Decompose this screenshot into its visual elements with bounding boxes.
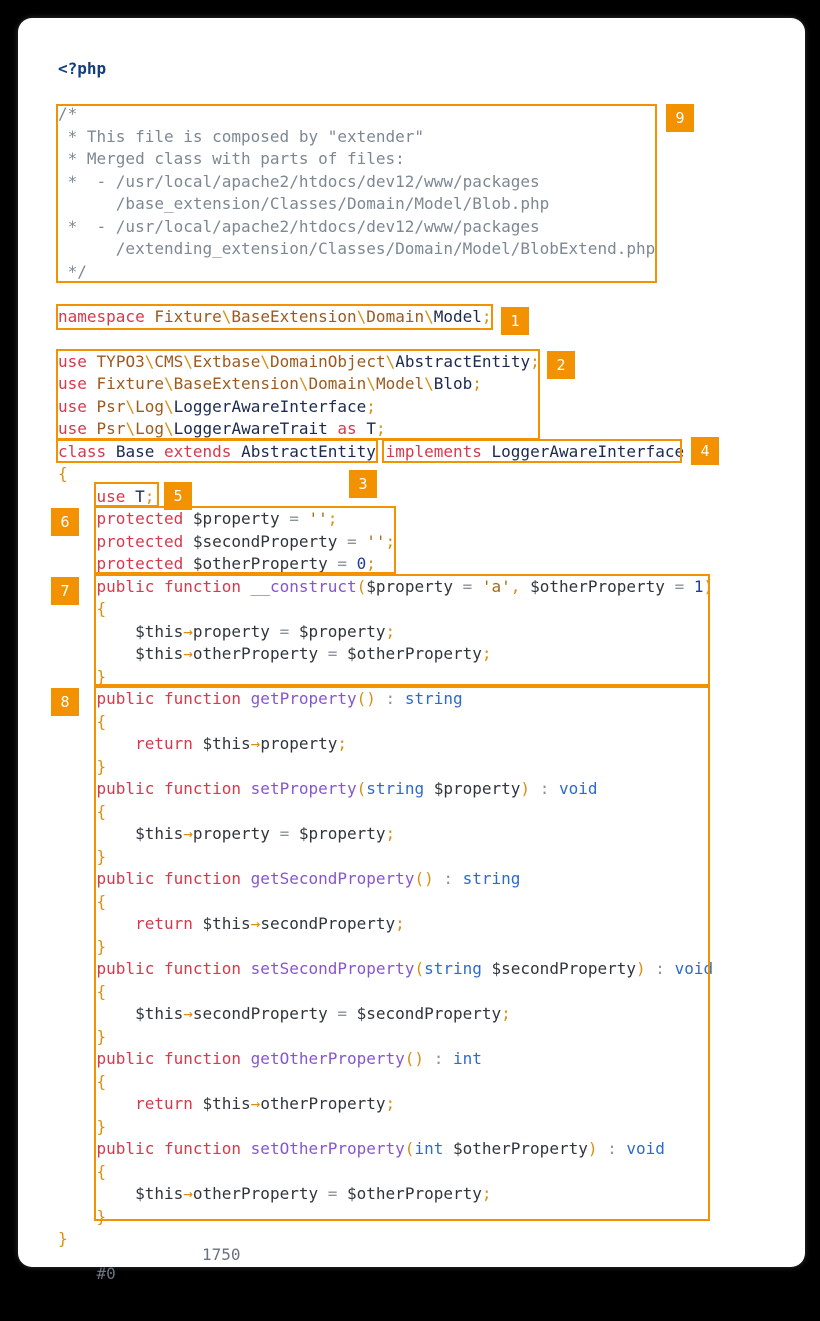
page-background: { "colors": { "annotation_orange": "#f39… (0, 0, 820, 1285)
code-card: <?php/* * This file is composed by "exte… (18, 18, 805, 1267)
annotation-badge-2: 2 (547, 351, 575, 379)
code-token (58, 959, 97, 978)
annotation-badge-7: 7 (51, 577, 79, 605)
annotation-box-use-trait (94, 482, 159, 507)
code-token (58, 1049, 97, 1068)
annotation-badge-5: 5 (164, 482, 192, 510)
annotation-box-implements-clause (382, 439, 682, 463)
annotation-box-file-header (56, 104, 657, 283)
code-token (58, 1027, 97, 1046)
annotation-box-methods (94, 686, 710, 1221)
code-token (58, 869, 97, 888)
code-token (58, 1162, 97, 1181)
code-token (58, 1072, 97, 1091)
code-token: { (58, 464, 68, 483)
code-token (58, 1139, 97, 1158)
code-line: <?php (58, 58, 713, 81)
code-token (58, 667, 97, 686)
code-token (58, 982, 97, 1001)
code-token (58, 757, 97, 776)
code-token (58, 802, 97, 821)
code-token (58, 1117, 97, 1136)
code-token (58, 892, 97, 911)
code-line (58, 81, 713, 104)
code-line (58, 328, 713, 351)
annotation-box-properties (94, 506, 396, 574)
annotation-badge-1: 1 (501, 307, 529, 335)
status-position: #0 (97, 1264, 116, 1283)
annotation-box-constructor (94, 574, 710, 686)
status-offset: 1750 (202, 1245, 241, 1264)
code-token: <?php (58, 59, 106, 78)
annotation-box-namespace (56, 304, 493, 330)
annotation-badge-4: 4 (691, 437, 719, 465)
annotation-badge-9: 9 (666, 104, 694, 132)
code-token (58, 487, 97, 506)
code-line (58, 283, 713, 306)
code-token (58, 554, 97, 573)
annotation-badge-6: 6 (51, 508, 79, 536)
annotation-box-class-declaration (56, 439, 378, 463)
code-token (58, 1207, 97, 1226)
annotation-box-use-imports (56, 349, 540, 440)
code-token (58, 847, 97, 866)
annotation-badge-8: 8 (51, 688, 79, 716)
annotation-badge-3: 3 (349, 470, 377, 498)
status-bar: #0 1750 (58, 1245, 358, 1267)
code-token (58, 779, 97, 798)
code-token (58, 937, 97, 956)
